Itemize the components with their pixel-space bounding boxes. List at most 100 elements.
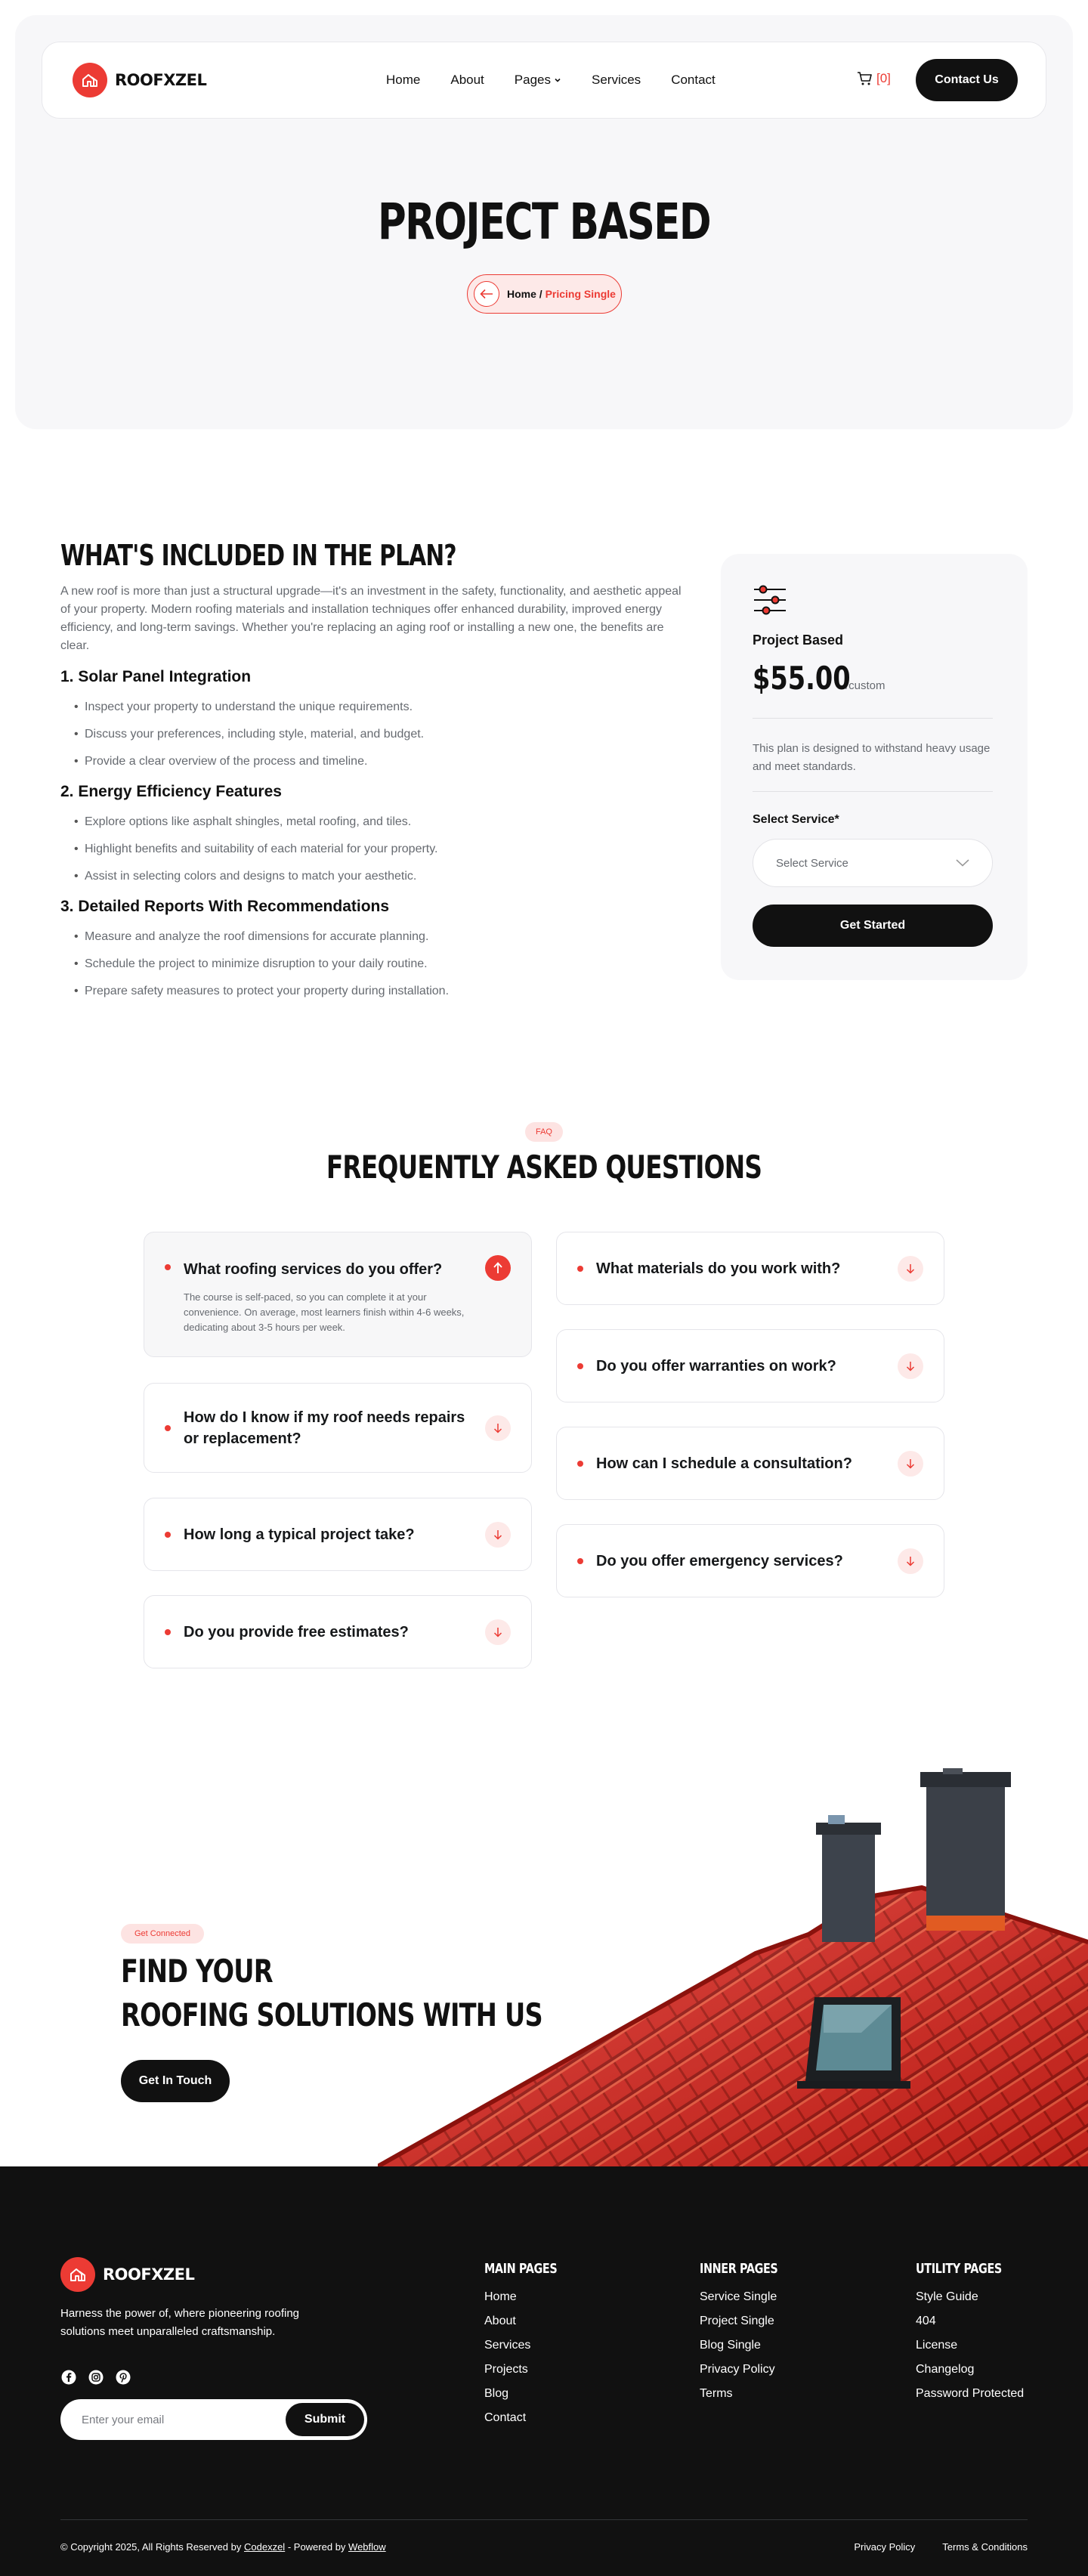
- cta-title-line-2: ROOFING SOLUTIONS WITH US: [121, 1996, 543, 2033]
- footer-link[interactable]: Service Single: [700, 2290, 777, 2303]
- plan-section-list: Measure and analyze the roof dimensions …: [74, 929, 449, 1011]
- footer-column-title: INNER PAGES: [700, 2261, 778, 2277]
- arrow-down-icon[interactable]: [485, 1521, 511, 1548]
- service-select-value: Select Service: [776, 856, 848, 870]
- arrow-down-icon[interactable]: [898, 1255, 923, 1282]
- nav-services[interactable]: Services: [592, 73, 641, 88]
- footer-link[interactable]: Changelog: [916, 2363, 974, 2376]
- plan-section-list: Inspect your property to understand the …: [74, 700, 424, 781]
- list-item: Prepare safety measures to protect your …: [74, 984, 449, 1011]
- cart-button[interactable]: [0]: [857, 71, 891, 86]
- faq-item[interactable]: What materials do you work with?: [556, 1232, 944, 1305]
- footer-link[interactable]: Password Protected: [916, 2387, 1024, 2400]
- logo[interactable]: ROOFXZEL: [73, 63, 207, 97]
- arrow-down-icon[interactable]: [898, 1548, 923, 1574]
- roof-image: [378, 1768, 1088, 2166]
- legal-links: Privacy Policy Terms & Conditions: [854, 2541, 1028, 2553]
- footer-column-inner: INNER PAGES Service Single Project Singl…: [700, 2261, 797, 2411]
- bullet-dot: [165, 1424, 171, 1431]
- faq-question: How do I know if my roof needs repairs o…: [184, 1409, 465, 1447]
- nav-home[interactable]: Home: [386, 73, 420, 88]
- footer-link[interactable]: Privacy Policy: [700, 2363, 775, 2376]
- contact-us-button[interactable]: Contact Us: [916, 59, 1018, 101]
- faq-tag: FAQ: [525, 1122, 563, 1142]
- footer-link[interactable]: Contact: [484, 2411, 526, 2424]
- footer-link[interactable]: Services: [484, 2339, 530, 2352]
- footer-link[interactable]: Projects: [484, 2363, 528, 2376]
- footer-link[interactable]: Home: [484, 2290, 517, 2303]
- footer-column-title: UTILITY PAGES: [916, 2261, 1002, 2277]
- footer-divider: [60, 2519, 1028, 2520]
- bullet-dot: [577, 1557, 583, 1564]
- footer-link[interactable]: Project Single: [700, 2315, 774, 2327]
- list-item: Schedule the project to minimize disrupt…: [74, 957, 449, 984]
- social-links: [60, 2369, 131, 2386]
- nav-pages-label: Pages: [514, 73, 551, 87]
- faq-item[interactable]: How can I schedule a consultation?: [556, 1427, 944, 1500]
- arrow-down-icon[interactable]: [485, 1619, 511, 1645]
- breadcrumb-current: Pricing Single: [545, 288, 616, 300]
- footer-link[interactable]: 404: [916, 2315, 936, 2327]
- price-amount: $55.00: [753, 660, 851, 697]
- newsletter-form: Submit: [60, 2399, 367, 2440]
- cart-count: [0]: [876, 71, 891, 85]
- instagram-icon[interactable]: [88, 2369, 104, 2386]
- arrow-down-icon[interactable]: [898, 1450, 923, 1477]
- footer-link[interactable]: Style Guide: [916, 2290, 978, 2303]
- arrow-down-icon[interactable]: [898, 1353, 923, 1379]
- faq-question: Do you offer warranties on work?: [596, 1357, 836, 1375]
- pinterest-icon[interactable]: [115, 2369, 131, 2386]
- arrow-down-icon[interactable]: [485, 1415, 511, 1441]
- email-input[interactable]: [82, 2413, 270, 2426]
- terms-link[interactable]: Terms & Conditions: [942, 2541, 1028, 2553]
- breadcrumb-home[interactable]: Home: [507, 288, 536, 300]
- cta-title-line-1: FIND YOUR: [121, 1953, 274, 1990]
- faq-answer: The course is self-paced, so you can com…: [184, 1291, 465, 1333]
- bullet-dot: [577, 1265, 583, 1272]
- nav-pages[interactable]: Pages: [515, 73, 561, 88]
- logo-text: ROOFXZEL: [115, 71, 207, 89]
- bullet-dot: [165, 1264, 171, 1270]
- nav-about[interactable]: About: [450, 73, 484, 88]
- privacy-policy-link[interactable]: Privacy Policy: [854, 2541, 915, 2553]
- company-link[interactable]: Codexzel: [244, 2541, 285, 2553]
- faq-item[interactable]: Do you provide free estimates?: [144, 1595, 532, 1668]
- nav-contact[interactable]: Contact: [671, 73, 716, 88]
- faq-question: How can I schedule a consultation?: [596, 1455, 852, 1472]
- get-in-touch-button[interactable]: Get In Touch: [121, 2060, 230, 2102]
- footer-link[interactable]: License: [916, 2339, 957, 2352]
- list-item: Assist in selecting colors and designs t…: [74, 869, 438, 896]
- footer-link[interactable]: Blog Single: [700, 2339, 761, 2352]
- arrow-up-icon[interactable]: [485, 1255, 511, 1281]
- list-item: Measure and analyze the roof dimensions …: [74, 929, 449, 957]
- footer-logo[interactable]: ROOFXZEL: [60, 2257, 195, 2292]
- faq-item[interactable]: Do you offer warranties on work?: [556, 1329, 944, 1402]
- plan-name: Project Based: [753, 632, 844, 648]
- sliders-icon: [753, 584, 787, 621]
- footer-link[interactable]: Blog: [484, 2387, 508, 2400]
- footer-column-title: MAIN PAGES: [484, 2261, 558, 2277]
- bullet-dot: [577, 1460, 583, 1467]
- platform-link[interactable]: Webflow: [348, 2541, 386, 2553]
- bullet-dot: [165, 1628, 171, 1635]
- faq-item-open[interactable]: What roofing services do you offer? The …: [144, 1232, 532, 1357]
- facebook-icon[interactable]: [60, 2369, 77, 2386]
- submit-button[interactable]: Submit: [286, 2403, 364, 2436]
- footer-link[interactable]: Terms: [700, 2387, 733, 2400]
- faq-item[interactable]: How do I know if my roof needs repairs o…: [144, 1383, 532, 1473]
- faq-question: How long a typical project take?: [184, 1526, 415, 1543]
- footer-link[interactable]: About: [484, 2315, 516, 2327]
- faq-item[interactable]: How long a typical project take?: [144, 1498, 532, 1571]
- faq-item[interactable]: Do you offer emergency services?: [556, 1524, 944, 1597]
- plan-section-heading: 2. Energy Efficiency Features: [60, 783, 282, 800]
- divider: [753, 791, 993, 792]
- bullet-dot: [577, 1362, 583, 1369]
- faq-title: FREQUENTLY ASKED QUESTIONS: [326, 1149, 762, 1186]
- list-item: Provide a clear overview of the process …: [74, 754, 424, 781]
- price-unit: /custom: [845, 679, 886, 692]
- service-select[interactable]: Select Service: [753, 839, 993, 887]
- arrow-left-icon[interactable]: [474, 281, 499, 307]
- logo-house-icon: [73, 63, 107, 97]
- get-started-button[interactable]: Get Started: [753, 905, 993, 947]
- plan-section-heading: 3. Detailed Reports With Recommendations: [60, 898, 390, 915]
